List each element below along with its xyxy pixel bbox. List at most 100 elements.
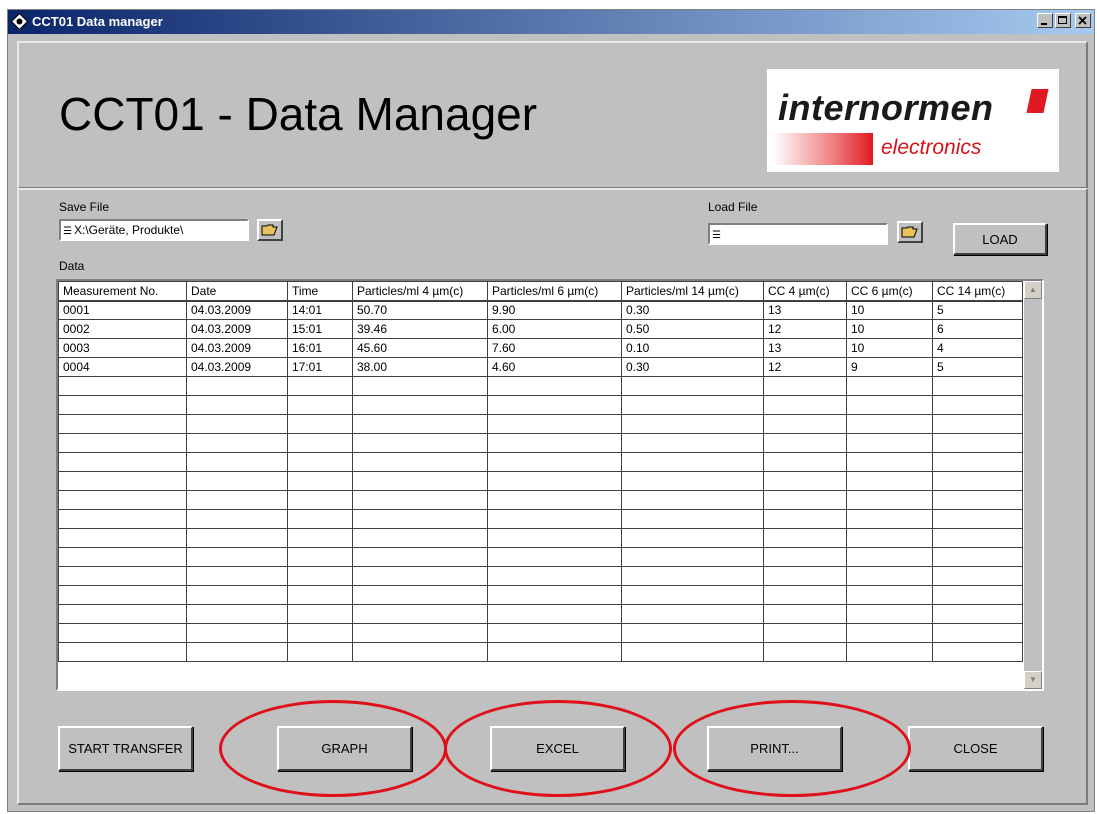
table-cell[interactable] (846, 414, 933, 434)
table-cell[interactable] (846, 490, 933, 510)
table-cell[interactable]: 0003 (58, 338, 187, 358)
table-cell[interactable]: 10 (846, 319, 933, 339)
scroll-up-icon[interactable]: ▲ (1024, 281, 1042, 299)
table-cell[interactable] (186, 509, 288, 529)
table-cell[interactable]: 45.60 (352, 338, 488, 358)
table-cell[interactable] (58, 376, 187, 396)
table-cell[interactable] (58, 414, 187, 434)
table-cell[interactable] (186, 414, 288, 434)
table-cell[interactable] (846, 566, 933, 586)
table-cell[interactable] (352, 585, 488, 605)
table-cell[interactable]: 04.03.2009 (186, 338, 288, 358)
table-cell[interactable]: 6.00 (487, 319, 622, 339)
table-cell[interactable] (487, 547, 622, 567)
table-row[interactable]: 0004 04.03.2009 17:01 38.00 4.60 0.30 12 9 5 (58, 357, 1023, 377)
table-cell[interactable] (58, 528, 187, 548)
table-cell[interactable] (58, 547, 187, 567)
table-cell[interactable] (846, 547, 933, 567)
table-row[interactable]: 0001 04.03.2009 14:01 50.70 9.90 0.30 13 10 5 (58, 300, 1023, 320)
table-cell[interactable] (932, 433, 1023, 453)
table-cell[interactable]: 13 (763, 338, 847, 358)
table-cell[interactable] (58, 642, 187, 662)
table-cell[interactable] (287, 471, 353, 491)
table-cell[interactable] (487, 623, 622, 643)
table-cell[interactable] (487, 528, 622, 548)
table-cell[interactable] (846, 452, 933, 472)
table-cell[interactable] (621, 414, 764, 434)
table-cell[interactable] (352, 509, 488, 529)
table-cell[interactable]: 13 (763, 300, 847, 320)
table-cell[interactable] (621, 585, 764, 605)
column-header[interactable]: Particles/ml 6 µm(c) (487, 281, 622, 302)
table-cell[interactable] (287, 528, 353, 548)
table-cell[interactable]: 04.03.2009 (186, 357, 288, 377)
table-cell[interactable] (58, 490, 187, 510)
table-cell[interactable] (621, 642, 764, 662)
table-cell[interactable] (352, 604, 488, 624)
table-cell[interactable] (621, 547, 764, 567)
table-cell[interactable] (487, 642, 622, 662)
table-cell[interactable]: 0.30 (621, 357, 764, 377)
table-cell[interactable] (352, 547, 488, 567)
table-cell[interactable]: 0002 (58, 319, 187, 339)
table-cell[interactable]: 12 (763, 319, 847, 339)
table-cell[interactable] (846, 642, 933, 662)
table-cell[interactable] (352, 623, 488, 643)
table-row[interactable] (58, 604, 1023, 624)
table-cell[interactable] (287, 395, 353, 415)
table-cell[interactable]: 9 (846, 357, 933, 377)
table-cell[interactable] (287, 642, 353, 662)
table-cell[interactable] (621, 433, 764, 453)
table-cell[interactable] (58, 433, 187, 453)
table-cell[interactable] (932, 376, 1023, 396)
table-cell[interactable] (487, 585, 622, 605)
table-cell[interactable] (763, 642, 847, 662)
table-cell[interactable] (287, 376, 353, 396)
table-cell[interactable] (763, 395, 847, 415)
column-header[interactable]: Measurement No. (58, 281, 187, 302)
table-cell[interactable]: 50.70 (352, 300, 488, 320)
table-cell[interactable]: 7.60 (487, 338, 622, 358)
table-cell[interactable] (846, 585, 933, 605)
table-cell[interactable] (846, 395, 933, 415)
table-row[interactable] (58, 566, 1023, 586)
table-row[interactable] (58, 471, 1023, 491)
table-cell[interactable] (763, 376, 847, 396)
table-cell[interactable] (186, 490, 288, 510)
table-cell[interactable] (763, 490, 847, 510)
table-cell[interactable] (932, 585, 1023, 605)
excel-button[interactable]: EXCEL (490, 726, 625, 771)
table-cell[interactable]: 39.46 (352, 319, 488, 339)
table-cell[interactable] (352, 642, 488, 662)
table-row[interactable] (58, 452, 1023, 472)
print-button[interactable]: PRINT... (707, 726, 842, 771)
table-cell[interactable] (846, 433, 933, 453)
table-cell[interactable] (621, 395, 764, 415)
table-cell[interactable] (352, 376, 488, 396)
table-cell[interactable] (352, 433, 488, 453)
table-cell[interactable] (932, 528, 1023, 548)
start-transfer-button[interactable]: START TRANSFER (58, 726, 193, 771)
table-row[interactable] (58, 490, 1023, 510)
table-cell[interactable]: 6 (932, 319, 1023, 339)
table-cell[interactable] (846, 471, 933, 491)
table-cell[interactable]: 0.30 (621, 300, 764, 320)
table-cell[interactable] (287, 490, 353, 510)
table-cell[interactable] (352, 566, 488, 586)
column-header[interactable]: Date (186, 281, 288, 302)
save-file-path-field[interactable]: ☰ X:\Geräte, Produkte\ (59, 219, 249, 241)
table-cell[interactable] (487, 471, 622, 491)
table-cell[interactable]: 4 (932, 338, 1023, 358)
table-cell[interactable] (58, 471, 187, 491)
table-cell[interactable] (487, 376, 622, 396)
table-row[interactable]: 0002 04.03.2009 15:01 39.46 6.00 0.50 12 10 6 (58, 319, 1023, 339)
table-cell[interactable]: 0001 (58, 300, 187, 320)
table-cell[interactable] (186, 395, 288, 415)
table-cell[interactable] (846, 623, 933, 643)
table-cell[interactable] (932, 490, 1023, 510)
table-row[interactable] (58, 395, 1023, 415)
column-header[interactable]: CC 4 µm(c) (763, 281, 847, 302)
table-cell[interactable]: 38.00 (352, 357, 488, 377)
table-cell[interactable]: 16:01 (287, 338, 353, 358)
table-cell[interactable] (932, 509, 1023, 529)
